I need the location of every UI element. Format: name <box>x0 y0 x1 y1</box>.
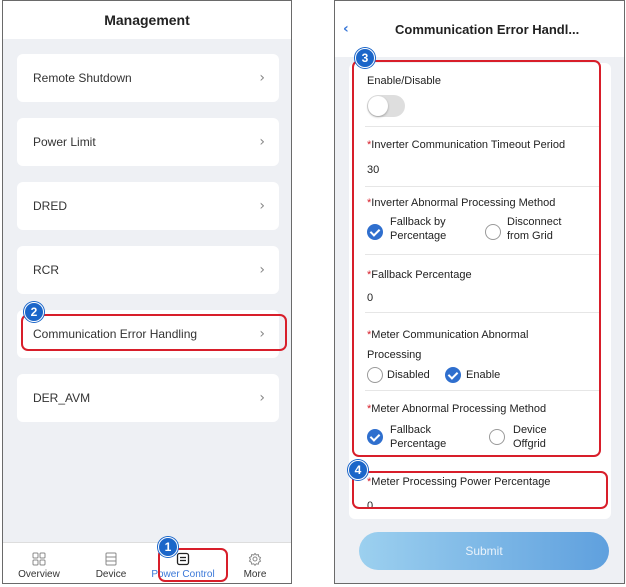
callout-communication-error-handling <box>21 314 287 351</box>
tab-label: More <box>243 569 267 580</box>
menu-item-power-limit[interactable]: Power Limit › <box>17 118 279 166</box>
menu-item-remote-shutdown[interactable]: Remote Shutdown › <box>17 54 279 102</box>
step-badge-4: 4 <box>348 460 368 480</box>
chevron-right-icon: › <box>259 134 265 150</box>
callout-meter-power-percentage <box>352 471 608 509</box>
page-header: Management <box>3 1 291 39</box>
chevron-right-icon: › <box>259 262 265 278</box>
back-chevron-icon[interactable]: ‹ <box>343 21 349 37</box>
device-icon <box>105 552 117 566</box>
menu-item-label: DER_AVM <box>33 391 91 405</box>
tab-device[interactable]: Device <box>75 543 147 583</box>
bottom-tab-bar: Overview Device Power Control More <box>3 542 291 583</box>
gear-icon <box>248 552 262 566</box>
step-badge-1: 1 <box>158 537 178 557</box>
page-header: ‹ Communication Error Handl... <box>335 1 624 57</box>
page-title: Communication Error Handl... <box>395 22 580 37</box>
step-badge-2: 2 <box>24 302 44 322</box>
callout-settings-group <box>352 60 601 457</box>
menu-item-label: RCR <box>33 263 59 277</box>
tab-overview[interactable]: Overview <box>3 543 75 583</box>
tab-more[interactable]: More <box>219 543 291 583</box>
tab-label: Overview <box>18 569 60 580</box>
submit-button[interactable]: Submit <box>359 532 609 570</box>
menu-item-label: DRED <box>33 199 68 213</box>
menu-item-der-avm[interactable]: DER_AVM › <box>17 374 279 422</box>
menu-item-label: Remote Shutdown <box>33 71 132 85</box>
page-title: Management <box>104 12 190 28</box>
chevron-right-icon: › <box>259 198 265 214</box>
step-badge-3: 3 <box>355 48 375 68</box>
management-screen: Management Remote Shutdown › Power Limit… <box>2 0 292 584</box>
tab-label: Device <box>95 569 127 580</box>
chevron-right-icon: › <box>259 390 265 406</box>
menu-item-label: Power Limit <box>33 135 96 149</box>
menu-item-rcr[interactable]: RCR › <box>17 246 279 294</box>
menu-item-dred[interactable]: DRED › <box>17 182 279 230</box>
chevron-right-icon: › <box>259 70 265 86</box>
grid-icon <box>32 552 46 566</box>
